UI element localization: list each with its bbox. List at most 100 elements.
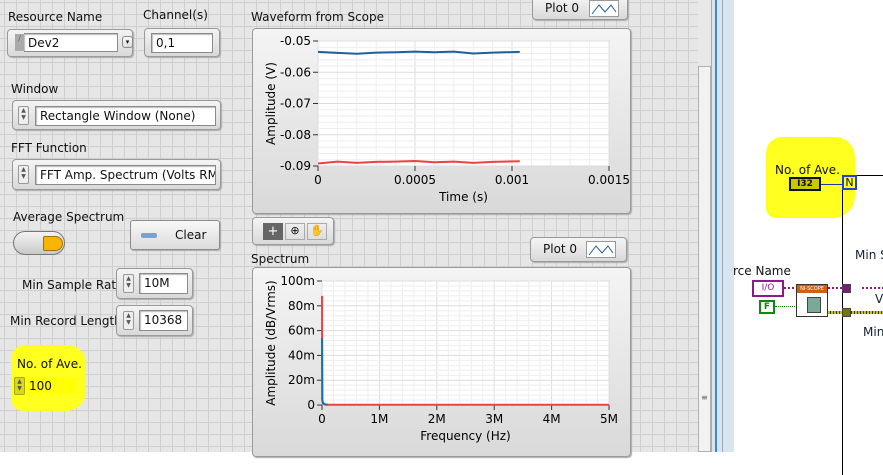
spectrum-title: Spectrum — [251, 252, 310, 266]
no-of-ave-input[interactable]: 100 — [27, 378, 75, 394]
x-tick-label: 0 — [314, 173, 322, 187]
x-axis-label: Frequency (Hz) — [420, 429, 511, 443]
y-tick-label: -0.06 — [280, 65, 311, 79]
y-axis-label: Amplitude (dB/Vrms) — [264, 280, 278, 405]
resource-name-control: / Dev2 ▾ — [7, 29, 133, 57]
x-tick-label: 0 — [318, 412, 326, 426]
x-tick-label: 0.0015 — [588, 173, 630, 187]
led-icon — [141, 233, 157, 238]
min-sample-rate-terminal-label: Min S — [855, 248, 883, 262]
numeric-spin-icon[interactable]: ▲ ▼ — [14, 377, 25, 395]
fft-function-label: FFT Function — [11, 141, 87, 155]
divider — [722, 0, 723, 452]
error-wire — [828, 311, 883, 314]
channels-input[interactable]: 0,1 — [151, 33, 213, 53]
y-tick-label: -0.05 — [280, 34, 311, 48]
wire — [775, 306, 797, 307]
window-label: Window — [11, 82, 59, 96]
false-text: F — [763, 302, 771, 312]
y-tick-label: -0.08 — [280, 128, 311, 142]
x-tick-label: 3M — [485, 412, 503, 426]
average-spectrum-label: Average Spectrum — [13, 210, 125, 224]
i32-terminal[interactable]: I32 — [789, 177, 821, 191]
divider — [715, 0, 717, 452]
fft-function-ring: ▲ ▼ FFT Amp. Spectrum (Volts RMS) — [12, 159, 221, 190]
x-tick-label: 0.0005 — [394, 173, 436, 187]
clear-button-label: Clear — [175, 228, 207, 242]
wire — [862, 287, 883, 289]
io-terminal[interactable]: I/O — [752, 280, 784, 297]
graph-tools-palette: + ⊕ ✋ — [252, 217, 334, 245]
numeric-spin-icon[interactable]: ▲ ▼ — [123, 274, 134, 293]
legend-label: Plot 0 — [543, 242, 578, 256]
scrollbar-thumb[interactable]: ≡ — [698, 66, 711, 452]
niscope-banner: NI-SCOPE — [797, 285, 827, 293]
fft-function-value[interactable]: FFT Amp. Spectrum (Volts RMS) — [35, 165, 216, 185]
spectrum-graph: 0 1M 2M 3M 4M 5M 100m 80m 60m 40m 20m 0 Frequency (H… — [252, 267, 631, 457]
block-diagram: No. of Ave. I32 N Min S rce Name I/O F N… — [733, 0, 883, 475]
i32-text: I32 — [797, 179, 813, 189]
ring-spin-icon[interactable]: ▲ ▼ — [18, 106, 29, 125]
min-sample-rate-control: ▲ ▼ 10M — [116, 268, 193, 299]
niscope-init-vi[interactable]: NI-SCOPE — [796, 284, 828, 317]
no-of-ave-label: No. of Ave. — [17, 357, 82, 371]
window-ring: ▲ ▼ Rectangle Window (None) — [12, 100, 221, 130]
plot-area — [321, 280, 610, 406]
resource-name-label: Resource Name — [8, 10, 103, 24]
y-tick-label: -0.07 — [280, 97, 311, 111]
tunnel — [842, 284, 851, 293]
waveform-title: Waveform from Scope — [251, 10, 385, 24]
resource-name-terminal-label: rce Name — [733, 264, 791, 278]
y-tick-label: 0 — [307, 398, 315, 412]
loop-count-terminal[interactable]: N — [842, 175, 857, 190]
y-tick-label: 40m — [288, 348, 315, 362]
toggle-lamp-icon — [43, 236, 63, 251]
window-value[interactable]: Rectangle Window (None) — [35, 106, 216, 126]
window-splitter: ≡ — [698, 0, 734, 452]
y-tick-label: 100m — [280, 274, 315, 288]
dropdown-button[interactable]: ▾ — [122, 36, 133, 48]
false-constant[interactable]: F — [759, 300, 775, 314]
numeric-spin-icon[interactable]: ▲ ▼ — [123, 311, 134, 330]
average-spectrum-toggle[interactable] — [13, 231, 65, 255]
io-icon: / — [15, 34, 24, 51]
min-sample-rate-label: Min Sample Rate — [22, 278, 124, 292]
x-tick-label: 0.001 — [495, 173, 529, 187]
min-record-length-input[interactable]: 10368 — [139, 310, 188, 331]
wire — [821, 184, 842, 185]
waveform-legend[interactable]: Plot 0 — [532, 0, 628, 20]
io-text: I/O — [761, 283, 775, 293]
waveform-graph: 0 0.0005 0.001 0.0015 -0.05 -0.06 -0.07 -0.08 -0… — [252, 28, 631, 214]
min-record-length-label: Min Record Length — [10, 314, 122, 328]
init-icon — [807, 297, 821, 313]
channels-control: 0,1 — [144, 28, 220, 57]
clear-button[interactable]: Clear — [130, 220, 220, 250]
ring-spin-icon[interactable]: ▲ ▼ — [18, 165, 29, 184]
x-tick-label: 1M — [370, 412, 388, 426]
legend-label: Plot 0 — [545, 1, 580, 15]
min-sample-rate-input[interactable]: 10M — [139, 273, 188, 294]
terminal-label: Min — [863, 325, 883, 339]
tunnel — [842, 308, 851, 317]
x-axis-label: Time (s) — [438, 190, 488, 204]
x-tick-label: 5M — [600, 412, 618, 426]
y-axis-label: Amplitude (V) — [264, 62, 278, 145]
y-tick-label: -0.09 — [280, 159, 311, 173]
grip-icon: ≡ — [701, 393, 708, 402]
zoom-tool-icon[interactable]: ⊕ — [285, 223, 305, 240]
cursor-tool-icon[interactable]: + — [263, 223, 283, 240]
channels-label: Channel(s) — [143, 8, 208, 22]
front-panel: Resource Name / Dev2 ▾ Channel(s) 0,1 Wi… — [0, 0, 698, 457]
min-record-length-control: ▲ ▼ 10368 — [116, 305, 193, 336]
loop-count-text: N — [845, 176, 854, 189]
y-tick-label: 80m — [288, 299, 315, 313]
scrollbar-track[interactable]: ≡ — [698, 0, 712, 452]
x-tick-label: 2M — [428, 412, 446, 426]
plot-line-icon — [586, 241, 616, 258]
terminal-label: V — [875, 292, 883, 306]
resource-name-input[interactable]: Dev2 — [24, 33, 118, 52]
no-of-ave-terminal-label: No. of Ave. — [775, 163, 840, 177]
pan-hand-icon[interactable]: ✋ — [307, 223, 327, 240]
spectrum-legend[interactable]: Plot 0 — [530, 237, 627, 262]
x-tick-label: 4M — [543, 412, 561, 426]
